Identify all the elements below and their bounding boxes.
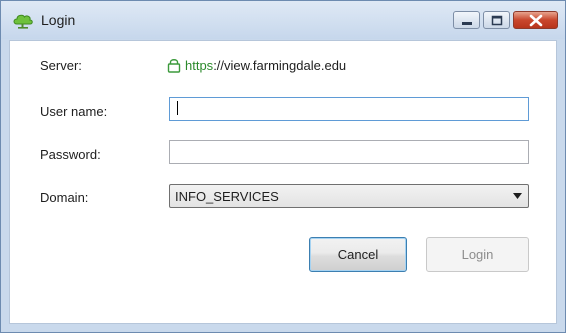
- login-form: [9, 40, 557, 324]
- title-bar[interactable]: Login: [1, 1, 565, 39]
- password-label: Password:: [40, 147, 101, 162]
- dropdown-arrow-icon: [513, 193, 522, 199]
- maximize-button[interactable]: [483, 11, 510, 29]
- server-url: https://view.farmingdale.edu: [166, 57, 346, 73]
- login-button[interactable]: Login: [426, 237, 529, 272]
- username-field[interactable]: [169, 97, 529, 121]
- domain-label: Domain:: [40, 190, 89, 205]
- lock-icon: [166, 57, 182, 73]
- close-button[interactable]: [513, 11, 558, 29]
- cancel-button[interactable]: Cancel: [309, 237, 407, 272]
- domain-selected-value: INFO_SERVICES: [175, 189, 279, 204]
- login-window: Login Server: https://view.farmingdale.e…: [0, 0, 566, 333]
- server-url-host: ://view.farmingdale.edu: [213, 58, 347, 73]
- password-field[interactable]: [169, 140, 529, 164]
- maximize-icon: [491, 15, 503, 26]
- cloud-icon: [12, 13, 34, 29]
- server-url-scheme: https: [185, 58, 214, 73]
- minimize-icon: [462, 22, 472, 25]
- minimize-button[interactable]: [453, 11, 480, 29]
- text-caret: [177, 101, 178, 115]
- server-label: Server:: [40, 58, 82, 73]
- username-label: User name:: [40, 104, 108, 119]
- window-title: Login: [41, 12, 76, 28]
- domain-dropdown[interactable]: INFO_SERVICES: [169, 184, 529, 208]
- close-icon: [529, 14, 543, 27]
